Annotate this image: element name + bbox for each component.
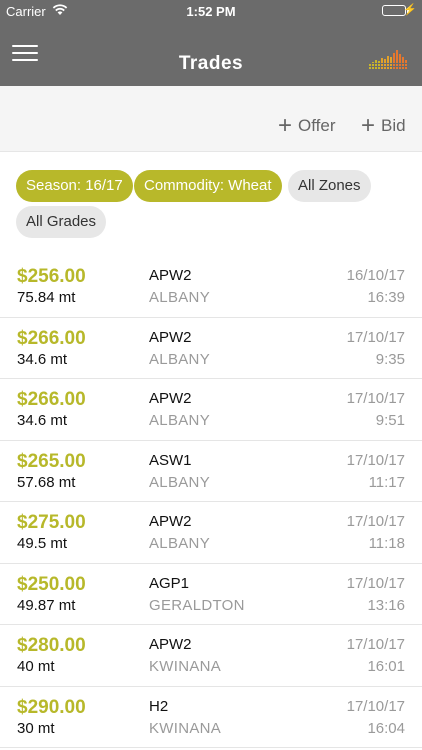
trade-date: 17/10/17 (346, 390, 405, 407)
add-bid-button[interactable]: + Bid (361, 112, 406, 139)
logo-icon (368, 50, 408, 70)
trade-date: 17/10/17 (346, 574, 405, 592)
offer-label: Offer (298, 116, 336, 135)
trade-quantity: 49.87 mt (17, 596, 76, 614)
trades-list: $256.00 75.84 mt APW2 ALBANY 16/10/17 16… (0, 256, 422, 748)
trade-zone: ALBANY (149, 412, 210, 429)
trade-quantity: 75.84 mt (17, 289, 76, 306)
trade-zone: ALBANY (149, 350, 210, 368)
action-bar: + Offer + Bid (0, 86, 422, 152)
trade-row[interactable]: $266.00 34.6 mt APW2 ALBANY 17/10/17 9:5… (0, 379, 422, 441)
trade-zone: ALBANY (149, 289, 210, 306)
plus-icon: + (278, 112, 293, 139)
trade-time: 9:51 (375, 412, 405, 429)
trade-time: 16:04 (367, 719, 405, 737)
add-offer-button[interactable]: + Offer (278, 112, 336, 139)
trade-grade: APW2 (149, 513, 192, 530)
trade-zone: ALBANY (149, 473, 210, 491)
filter-chip-commodity[interactable]: Commodity: Wheat (134, 170, 282, 202)
trade-time: 13:16 (367, 596, 405, 614)
trade-row[interactable]: $256.00 75.84 mt APW2 ALBANY 16/10/17 16… (0, 256, 422, 318)
trade-price: $265.00 (17, 450, 86, 472)
trade-price: $275.00 (17, 512, 86, 533)
trade-price: $250.00 (17, 573, 86, 595)
nav-bar: Trades (0, 22, 422, 86)
trade-grade: APW2 (149, 267, 192, 284)
trade-grade: APW2 (149, 636, 192, 653)
filter-chip-zones[interactable]: All Zones (288, 170, 371, 202)
trade-time: 11:17 (368, 473, 405, 491)
trade-price: $256.00 (17, 266, 86, 287)
trade-row[interactable]: $265.00 57.68 mt ASW1 ALBANY 17/10/17 11… (0, 441, 422, 502)
trade-time: 11:18 (368, 535, 405, 552)
trade-row[interactable]: $266.00 34.6 mt APW2 ALBANY 17/10/17 9:3… (0, 318, 422, 379)
charging-icon: ⚡ (403, 4, 417, 16)
bid-label: Bid (381, 116, 406, 135)
trade-date: 17/10/17 (346, 451, 405, 469)
trade-date: 17/10/17 (346, 328, 405, 346)
trade-grade: H2 (149, 697, 169, 715)
page-title: Trades (178, 53, 244, 74)
trade-quantity: 57.68 mt (17, 473, 76, 491)
trade-zone: ALBANY (149, 535, 210, 552)
trade-quantity: 49.5 mt (17, 535, 68, 552)
trade-zone: GERALDTON (149, 596, 245, 614)
trade-zone: KWINANA (149, 658, 222, 675)
trade-quantity: 34.6 mt (17, 412, 68, 429)
trade-time: 16:39 (367, 289, 405, 306)
filter-chip-grades[interactable]: All Grades (16, 206, 107, 238)
trade-date: 17/10/17 (346, 636, 405, 653)
trade-time: 16:01 (367, 658, 405, 675)
trade-grade: ASW1 (149, 451, 192, 469)
clock: 1:52 PM (186, 4, 236, 19)
trade-price: $266.00 (17, 327, 86, 349)
plus-icon: + (361, 112, 376, 139)
filter-chip-season[interactable]: Season: 16/17 (16, 170, 133, 202)
trade-grade: AGP1 (149, 574, 190, 592)
trade-date: 16/10/17 (346, 267, 405, 284)
trade-grade: APW2 (149, 390, 192, 407)
trade-row[interactable]: $275.00 49.5 mt APW2 ALBANY 17/10/17 11:… (0, 502, 422, 564)
trade-price: $290.00 (17, 696, 86, 718)
trade-quantity: 30 mt (17, 719, 55, 737)
trade-price: $266.00 (17, 389, 86, 410)
trade-row[interactable]: $250.00 49.87 mt AGP1 GERALDTON 17/10/17… (0, 564, 422, 625)
trade-row[interactable]: $280.00 40 mt APW2 KWINANA 17/10/17 16:0… (0, 625, 422, 687)
trade-quantity: 40 mt (17, 658, 55, 675)
trade-date: 17/10/17 (346, 697, 405, 715)
trade-time: 9:35 (375, 350, 405, 368)
trade-grade: APW2 (149, 328, 192, 346)
trade-row[interactable]: $290.00 30 mt H2 KWINANA 17/10/17 16:04 (0, 687, 422, 748)
trade-price: $280.00 (17, 635, 86, 656)
trade-date: 17/10/17 (346, 513, 405, 530)
trade-quantity: 34.6 mt (17, 350, 68, 368)
trade-zone: KWINANA (149, 719, 222, 737)
status-bar: Carrier 1:52 PM ⚡ (0, 0, 422, 22)
